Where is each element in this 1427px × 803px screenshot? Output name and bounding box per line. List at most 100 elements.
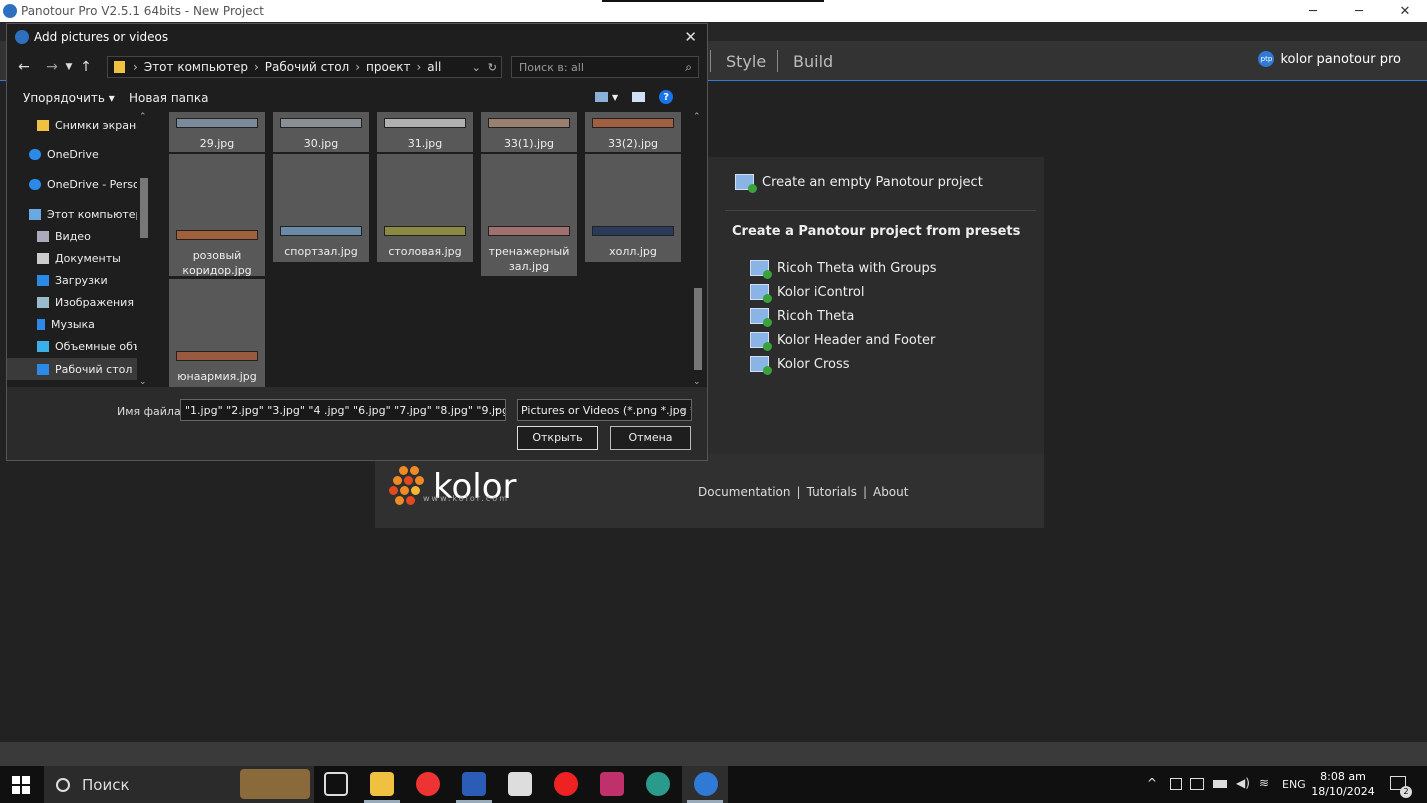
- history-chevron-icon[interactable]: ▼: [63, 62, 75, 72]
- 3d-objects-icon: [37, 340, 49, 352]
- scroll-thumb[interactable]: [694, 288, 702, 370]
- file-thumbnail: [384, 226, 466, 236]
- min-app-button[interactable]: ─: [1290, 0, 1336, 22]
- notepad-icon[interactable]: [508, 772, 532, 796]
- crumb-project[interactable]: проект: [366, 60, 410, 74]
- search-icon: ⌕: [685, 60, 692, 74]
- filename-input[interactable]: "1.jpg" "2.jpg" "3.jpg" "4 .jpg" "6.jpg"…: [180, 399, 506, 421]
- battery-icon[interactable]: [1213, 780, 1227, 788]
- file-item[interactable]: спортзал.jpg: [273, 154, 369, 262]
- meet-now-icon[interactable]: [1170, 778, 1182, 790]
- about-link[interactable]: About: [873, 485, 908, 499]
- organize-button[interactable]: Упорядочить ▾: [23, 91, 115, 105]
- file-name: 33(2).jpg: [607, 137, 659, 150]
- create-empty-label: Create an empty Panotour project: [762, 174, 983, 190]
- file-item[interactable]: 30.jpg: [273, 112, 369, 152]
- chevron-down-icon[interactable]: ⌄: [493, 403, 501, 414]
- search-highlight-image: [240, 769, 310, 799]
- tutorials-link[interactable]: Tutorials: [807, 485, 857, 499]
- preset-kolor-icontrol[interactable]: Kolor iControl: [750, 280, 937, 304]
- word-icon[interactable]: [462, 772, 486, 796]
- path-controls[interactable]: ⌄ ↻: [472, 61, 497, 74]
- crumb-desktop[interactable]: Рабочий стол: [265, 60, 349, 74]
- nav-item-desktop[interactable]: Рабочий стол: [7, 358, 147, 380]
- file-item[interactable]: 29.jpg: [169, 112, 265, 152]
- forward-arrow-icon[interactable]: →: [41, 59, 63, 75]
- cancel-button[interactable]: Отмена: [610, 426, 691, 450]
- back-arrow-icon[interactable]: ←: [13, 59, 35, 75]
- nav-item-onedrive-personal[interactable]: OneDrive - Person: [7, 173, 147, 195]
- edge-icon[interactable]: [646, 772, 670, 796]
- task-view-icon[interactable]: [324, 772, 348, 796]
- file-item[interactable]: холл.jpg: [585, 154, 681, 262]
- opera-icon[interactable]: [554, 772, 578, 796]
- clock[interactable]: 8:08 am 18/10/2024: [1308, 769, 1378, 799]
- close-app-button[interactable]: ✕: [1382, 0, 1427, 22]
- nav-label: Рабочий стол: [55, 362, 133, 376]
- preset-header-footer[interactable]: Kolor Header and Footer: [750, 328, 937, 352]
- up-arrow-icon[interactable]: ↑: [75, 59, 97, 75]
- nav-item-music[interactable]: Музыка: [7, 313, 147, 335]
- documentation-link[interactable]: Documentation: [698, 485, 791, 499]
- file-explorer-icon[interactable]: [370, 772, 394, 796]
- dialog-titlebar: Add pictures or videos: [7, 24, 707, 50]
- nav-item-pictures[interactable]: Изображения: [7, 291, 147, 313]
- file-item[interactable]: юнаармия.jpg: [169, 279, 265, 387]
- file-item[interactable]: розовый коридор.jpg: [169, 154, 265, 277]
- preset-ricoh-theta-groups[interactable]: Ricoh Theta with Groups: [750, 256, 937, 280]
- file-item[interactable]: тренажерный зал.jpg: [481, 154, 577, 276]
- nav-item-downloads[interactable]: Загрузки: [7, 269, 147, 291]
- access-icon[interactable]: [600, 772, 624, 796]
- wifi-icon[interactable]: ≋: [1259, 776, 1269, 790]
- nav-item-video[interactable]: Видео: [7, 225, 147, 247]
- filename-label: Имя файла:: [117, 405, 185, 418]
- preset-kolor-cross[interactable]: Kolor Cross: [750, 352, 937, 376]
- preset-ricoh-theta[interactable]: Ricoh Theta: [750, 304, 937, 328]
- nav-label: Загрузки: [55, 273, 108, 287]
- file-item[interactable]: 33(1).jpg: [481, 112, 577, 152]
- tab-build[interactable]: Build: [793, 52, 833, 71]
- nav-item-documents[interactable]: Документы: [7, 247, 147, 269]
- file-thumbnail: [384, 118, 466, 128]
- nav-item-this-pc[interactable]: Этот компьютер: [7, 203, 147, 225]
- add-image-icon: [750, 260, 772, 279]
- dialog-close-button[interactable]: ✕: [684, 28, 697, 46]
- organize-label: Упорядочить: [23, 91, 105, 105]
- file-scrollbar[interactable]: ⌃ ⌄: [691, 112, 705, 387]
- create-empty-project-button[interactable]: Create an empty Panotour project: [735, 174, 983, 193]
- volume-icon[interactable]: ◀): [1236, 776, 1250, 790]
- new-folder-button[interactable]: Новая папка: [129, 91, 208, 105]
- notification-count: 2: [1400, 786, 1412, 798]
- file-item[interactable]: столовая.jpg: [377, 154, 473, 262]
- nav-item-screenshots[interactable]: Снимки экрана: [7, 114, 147, 136]
- security-icon[interactable]: [1190, 778, 1204, 790]
- crumb-all[interactable]: all: [427, 60, 441, 74]
- desktop-icon: [37, 363, 49, 375]
- windows-start-icon[interactable]: [12, 776, 30, 794]
- app-logo-icon: [3, 4, 17, 18]
- crumb-computer[interactable]: Этот компьютер: [144, 60, 248, 74]
- add-image-icon: [750, 356, 772, 375]
- language-indicator[interactable]: ENG: [1282, 778, 1306, 791]
- path-breadcrumb[interactable]: › Этот компьютер › Рабочий стол › проект…: [107, 56, 502, 78]
- file-item[interactable]: 33(2).jpg: [585, 112, 681, 152]
- scroll-thumb[interactable]: [140, 178, 148, 238]
- view-mode-icon[interactable]: [595, 92, 608, 102]
- tab-style[interactable]: Style: [726, 52, 766, 71]
- tray-chevron-icon[interactable]: ^: [1147, 776, 1157, 790]
- preview-pane-icon[interactable]: [632, 92, 646, 102]
- file-thumbnail: [592, 118, 674, 128]
- link-separator: |: [796, 485, 801, 499]
- nav-item-onedrive[interactable]: OneDrive: [7, 143, 147, 165]
- file-item[interactable]: 31.jpg: [377, 112, 473, 152]
- nav-item-3d-objects[interactable]: Объемные объ: [7, 335, 147, 357]
- filetype-select[interactable]: Pictures or Videos (*.png *.jpg * ⌄: [517, 399, 692, 421]
- help-icon[interactable]: ?: [659, 90, 674, 104]
- view-chevron-icon[interactable]: ▼: [612, 93, 618, 102]
- yandex-browser-icon[interactable]: [416, 772, 440, 796]
- search-input[interactable]: Поиск в: all ⌕: [511, 56, 699, 78]
- open-button[interactable]: Открыть: [517, 426, 598, 450]
- nav-label: OneDrive - Person: [47, 177, 147, 191]
- nav-scrollbar[interactable]: ⌃ ⌄: [137, 112, 151, 387]
- file-name: 33(1).jpg: [503, 137, 555, 150]
